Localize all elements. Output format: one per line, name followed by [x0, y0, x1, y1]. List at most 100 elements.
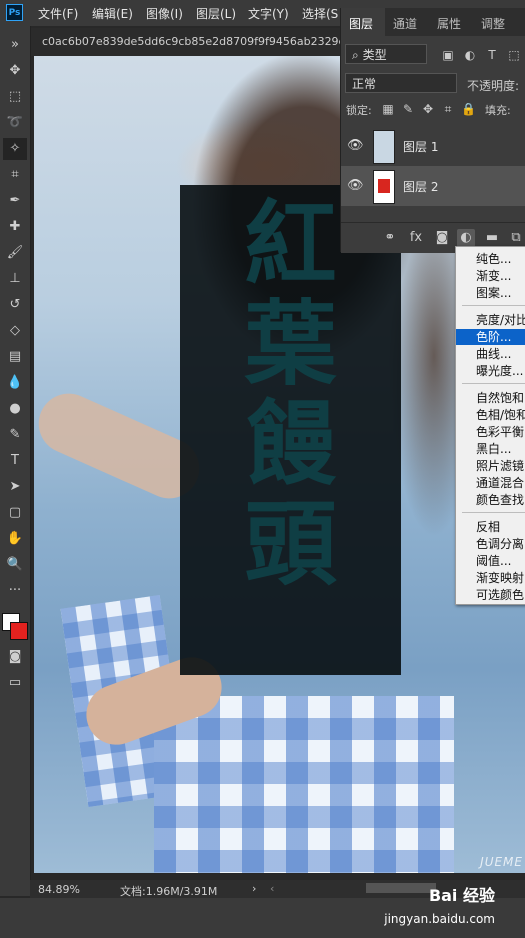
menu-item[interactable]: 渐变...	[456, 268, 525, 284]
menu-image[interactable]: 图像(I)	[146, 5, 183, 22]
menu-item[interactable]: 纯色...	[456, 251, 525, 267]
opacity-label: 不透明度:	[467, 79, 520, 93]
visibility-eye-icon[interactable]: 👁	[347, 178, 364, 193]
brush-tool-icon[interactable]: 🖌	[3, 242, 27, 264]
pen-tool-icon[interactable]: ✎	[3, 424, 27, 446]
hand-tool-icon[interactable]: ✋	[3, 528, 27, 550]
link-icon[interactable]: ⚭	[381, 229, 399, 247]
lock-artboard-icon[interactable]: ⌗	[441, 102, 455, 118]
adjustment-layer-menu: 纯色... 渐变... 图案... 亮度/对比 色阶... 曲线... 曝光度.…	[455, 246, 525, 605]
layer-row[interactable]: 👁 图层 1	[341, 126, 525, 166]
menu-item[interactable]: 通道混合	[456, 475, 525, 491]
menu-item[interactable]: 色调分离.	[456, 536, 525, 552]
menu-separator	[462, 383, 525, 384]
document-tab[interactable]: c0ac6b07e839de5dd6c9cb85e2d8709f9f9456ab…	[30, 28, 340, 56]
menu-item-levels[interactable]: 色阶...	[456, 329, 525, 345]
layer-2-overlay[interactable]: 紅 葉 饅 頭	[180, 185, 401, 675]
shape-tool-icon[interactable]: ▢	[3, 502, 27, 524]
document-title: c0ac6b07e839de5dd6c9cb85e2d8709f9f9456ab…	[42, 35, 340, 48]
menu-item[interactable]: 自然饱和	[456, 390, 525, 406]
status-menu-arrow-icon[interactable]: ›	[252, 882, 256, 895]
menu-item[interactable]: 色相/饱和	[456, 407, 525, 423]
menu-item[interactable]: 曝光度...	[456, 363, 525, 379]
menu-select[interactable]: 选择(S	[302, 5, 338, 22]
layer-thumbnail	[373, 130, 395, 164]
zoom-level[interactable]: 84.89%	[38, 883, 80, 896]
marquee-tool-icon[interactable]: ⬚	[3, 86, 27, 108]
menu-layer[interactable]: 图层(L)	[196, 5, 236, 22]
fx-icon[interactable]: fx	[407, 229, 425, 247]
menu-file[interactable]: 文件(F)	[38, 5, 78, 22]
baidu-jingyan-logo: Bai 经验	[428, 886, 495, 905]
filter-adjustment-icon[interactable]: ◐	[463, 48, 477, 62]
layer-row[interactable]: 👁 图层 2	[341, 166, 525, 206]
lock-position-icon[interactable]: ✥	[421, 102, 435, 118]
dodge-tool-icon[interactable]: ●	[3, 398, 27, 420]
filter-shape-icon[interactable]: ⬚	[507, 48, 521, 62]
menu-item[interactable]: 亮度/对比	[456, 312, 525, 328]
healing-brush-tool-icon[interactable]: ✚	[3, 216, 27, 238]
mask-icon[interactable]: ◙	[433, 229, 451, 247]
menu-item[interactable]: 颜色查找	[456, 492, 525, 508]
magic-wand-tool-icon[interactable]: ✧	[3, 138, 27, 160]
menu-item[interactable]: 图案...	[456, 285, 525, 301]
move-tool-icon[interactable]: ✥	[3, 60, 27, 82]
menu-item[interactable]: 渐变映射.	[456, 570, 525, 586]
eraser-tool-icon[interactable]: ◇	[3, 320, 27, 342]
menu-item[interactable]: 阈值...	[456, 553, 525, 569]
layer-name[interactable]: 图层 2	[403, 178, 438, 195]
menu-item[interactable]: 可选颜色.	[456, 587, 525, 603]
lock-transparent-icon[interactable]: ▦	[381, 102, 395, 118]
document-size: 文档:1.96M/3.91M	[120, 885, 218, 898]
gradient-tool-icon[interactable]: ▤	[3, 346, 27, 368]
tab-properties[interactable]: 属性	[437, 15, 461, 32]
filter-type-icon[interactable]: T	[485, 48, 499, 62]
menu-edit[interactable]: 编辑(E)	[92, 5, 133, 22]
menu-item[interactable]: 色彩平衡.	[456, 424, 525, 440]
menu-type[interactable]: 文字(Y)	[248, 5, 289, 22]
photo-watermark: JUEME	[480, 855, 523, 869]
blend-mode-select[interactable]: 正常	[345, 73, 457, 93]
photoshop-logo: Ps	[6, 4, 23, 21]
filter-kind-select[interactable]: ⌕ 类型	[345, 44, 427, 64]
tab-layers[interactable]: 图层	[349, 15, 373, 32]
horizontal-scrollbar[interactable]	[366, 883, 436, 893]
lasso-tool-icon[interactable]: ➰	[3, 112, 27, 134]
menu-item[interactable]: 照片滤镜.	[456, 458, 525, 474]
scroll-left-icon[interactable]: ‹	[270, 882, 274, 895]
lock-row: 锁定: ▦ ✎ ✥ ⌗ 🔒 填充:	[341, 100, 525, 122]
tab-adjustments[interactable]: 调整	[481, 15, 505, 32]
panel-tabs: 图层 通道 属性 调整	[341, 8, 525, 36]
filter-pixel-icon[interactable]: ▣	[441, 48, 455, 62]
menu-item[interactable]: 曲线...	[456, 346, 525, 362]
more-tools-icon[interactable]: ···	[3, 580, 27, 602]
screen-mode-icon[interactable]: ▭	[3, 672, 27, 694]
quick-mask-icon[interactable]: ◙	[3, 646, 27, 668]
history-brush-tool-icon[interactable]: ↺	[3, 294, 27, 316]
zoom-tool-icon[interactable]: 🔍	[3, 554, 27, 576]
overlay-char-3: 饅	[244, 391, 337, 498]
path-selection-tool-icon[interactable]: ➤	[3, 476, 27, 498]
clone-stamp-tool-icon[interactable]: ⊥	[3, 268, 27, 290]
menu-separator	[462, 512, 525, 513]
adjustment-icon[interactable]: ◐	[457, 229, 475, 247]
type-tool-icon[interactable]: T	[3, 450, 27, 472]
background-color-swatch[interactable]	[10, 622, 28, 640]
menu-item[interactable]: 黑白...	[456, 441, 525, 457]
collapse-icon[interactable]: »	[3, 34, 27, 56]
folder-icon[interactable]: ▬	[483, 229, 501, 247]
new-layer-icon[interactable]: ⧉	[507, 229, 525, 247]
menu-item[interactable]: 反相	[456, 519, 525, 535]
crop-tool-icon[interactable]: ⌗	[3, 164, 27, 186]
blur-tool-icon[interactable]: 💧	[3, 372, 27, 394]
lock-all-icon[interactable]: 🔒	[461, 102, 476, 118]
fill-label: 填充:	[485, 104, 511, 117]
eyedropper-tool-icon[interactable]: ✒	[3, 190, 27, 212]
lock-image-icon[interactable]: ✎	[401, 102, 415, 118]
layer-name[interactable]: 图层 1	[403, 138, 438, 155]
baidu-jingyan-url: jingyan.baidu.com	[384, 912, 495, 926]
photo-checkered-shirt	[154, 696, 454, 873]
tab-channels[interactable]: 通道	[393, 15, 417, 32]
tools-panel: » ✥ ⬚ ➰ ✧ ⌗ ✒ ✚ 🖌 ⊥ ↺ ◇ ▤ 💧 ● ✎ T ➤ ▢ ✋ …	[0, 26, 31, 896]
visibility-eye-icon[interactable]: 👁	[347, 138, 364, 153]
